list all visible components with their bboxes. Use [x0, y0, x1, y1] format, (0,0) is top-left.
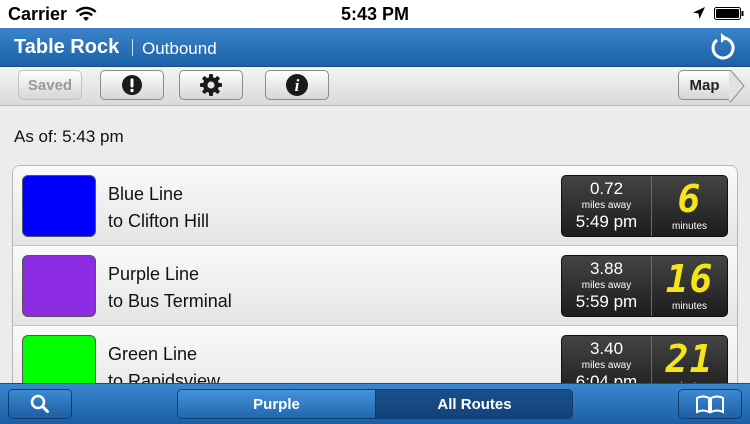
arrival-panel: 0.72 miles away 5:49 pm 6 minutes — [561, 175, 728, 237]
battery-icon — [714, 7, 744, 20]
saved-button[interactable]: Saved — [18, 70, 82, 100]
arrival-panel: 3.40 miles away 6:04 pm 21 minutes — [561, 335, 728, 384]
minutes-label: minutes — [671, 221, 707, 232]
location-arrow-icon — [693, 7, 705, 19]
alert-icon — [122, 75, 142, 95]
route-destination: to Clifton Hill — [108, 211, 210, 231]
arrival-time: 5:49 pm — [575, 212, 638, 231]
route-row-purple[interactable]: Purple Line to Bus Terminal 3.88 miles a… — [13, 246, 737, 326]
book-icon — [696, 395, 724, 414]
route-color-swatch — [22, 335, 96, 384]
arrival-time: 5:59 pm — [575, 292, 638, 311]
search-button[interactable] — [8, 389, 72, 419]
distance-unit: miles away — [581, 200, 632, 211]
direction-subtitle: Outbound — [142, 39, 217, 58]
arrivals-list[interactable]: Blue Line to Clifton Hill 0.72 miles awa… — [12, 165, 738, 385]
settings-button[interactable] — [179, 70, 243, 100]
toolbar: Saved i Map — [0, 67, 750, 106]
distance-unit: miles away — [581, 360, 632, 371]
route-filter-segmented-control[interactable]: Purple All Routes — [177, 389, 573, 419]
minutes-countdown: 6 — [677, 177, 702, 221]
navigation-bar: Table Rock Outbound — [0, 28, 750, 67]
info-icon: i — [286, 74, 308, 96]
bookmarks-button[interactable] — [678, 389, 742, 419]
segment-all-routes[interactable]: All Routes — [376, 390, 572, 418]
arrival-panel: 3.88 miles away 5:59 pm 16 minutes — [561, 255, 728, 317]
route-name: Blue Line — [108, 184, 184, 204]
clock: 5:43 PM — [340, 4, 410, 24]
updated-timestamp: As of: 5:43 pm — [14, 127, 124, 146]
distance-value: 0.72 — [589, 179, 624, 198]
distance-unit: miles away — [581, 280, 632, 291]
route-row-green[interactable]: Green Line to Rapidsview 3.40 miles away… — [13, 326, 737, 384]
route-color-swatch — [22, 175, 96, 237]
map-button-arrow[interactable] — [729, 70, 745, 102]
status-bar: Carrier 5:43 PM — [0, 0, 750, 28]
route-color-swatch — [22, 255, 96, 317]
map-button[interactable]: Map — [678, 70, 730, 100]
route-row-blue[interactable]: Blue Line to Clifton Hill 0.72 miles awa… — [13, 166, 737, 246]
route-name: Purple Line — [108, 264, 200, 284]
distance-value: 3.40 — [589, 339, 624, 358]
route-destination: to Bus Terminal — [108, 291, 232, 311]
refresh-icon[interactable] — [708, 33, 738, 61]
bottom-bar: Purple All Routes — [0, 383, 750, 424]
alerts-button[interactable] — [100, 70, 164, 100]
gear-icon — [200, 74, 222, 96]
minutes-countdown: 21 — [665, 337, 714, 381]
stop-title: Table Rock — [14, 36, 120, 58]
route-name: Green Line — [108, 344, 198, 364]
info-button[interactable]: i — [265, 70, 329, 100]
distance-value: 3.88 — [589, 259, 624, 278]
segment-purple[interactable]: Purple — [178, 390, 375, 418]
minutes-label: minutes — [671, 301, 707, 312]
search-icon — [30, 394, 49, 413]
title-separator — [132, 39, 133, 56]
minutes-countdown: 16 — [665, 257, 714, 301]
svg-text:i: i — [295, 76, 300, 95]
